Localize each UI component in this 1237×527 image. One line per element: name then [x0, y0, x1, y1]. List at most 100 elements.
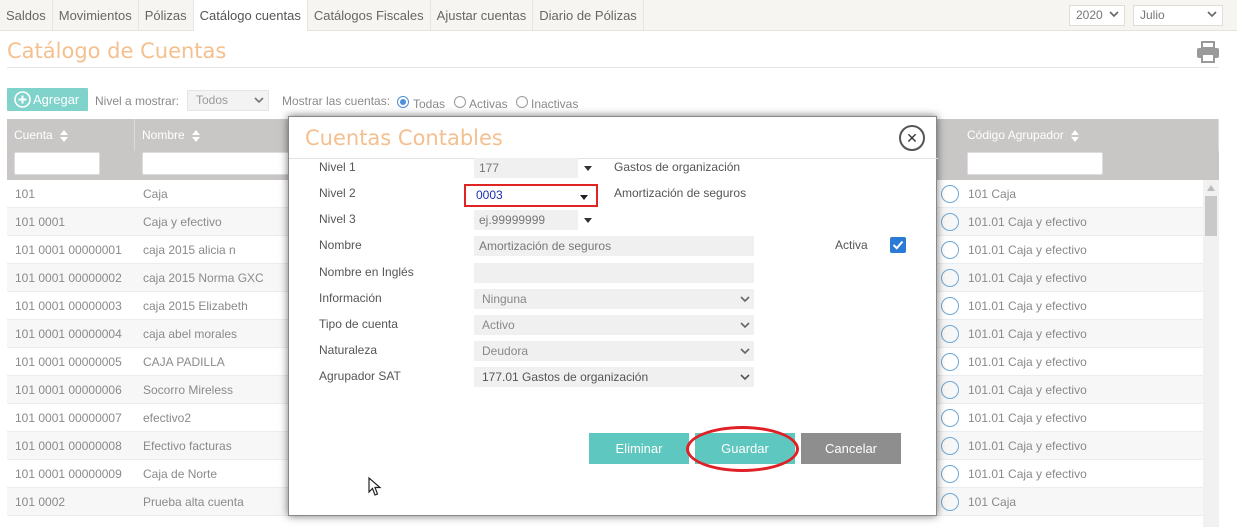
- column-label: Código Agrupador: [967, 128, 1064, 142]
- cell-nombre: caja 2015 alicia n: [143, 243, 236, 257]
- row-action-icon[interactable]: [941, 185, 959, 203]
- row-action-icon[interactable]: [941, 381, 959, 399]
- close-button[interactable]: ✕: [899, 125, 925, 151]
- naturaleza-value: Deudora: [482, 344, 529, 358]
- cell-nombre: Caja de Norte: [143, 467, 218, 481]
- tab-catalogo-cuentas[interactable]: Catálogo cuentas: [193, 0, 308, 31]
- cell-nombre: caja 2015 Elizabeth: [143, 299, 248, 313]
- row-action-icon[interactable]: [941, 465, 959, 483]
- row-action-icon[interactable]: [941, 493, 959, 511]
- sort-icon: [1071, 129, 1080, 142]
- scrollbar-thumb[interactable]: [1205, 196, 1217, 236]
- dropdown-arrow-icon: [584, 166, 592, 171]
- check-icon: [892, 240, 904, 250]
- informacion-select[interactable]: Ninguna: [474, 289, 754, 309]
- cell-codigo-agrupador: 101.01 Caja y efectivo: [968, 383, 1087, 397]
- naturaleza-label: Naturaleza: [319, 343, 378, 357]
- cell-cuenta: 101 0001 00000009: [15, 467, 122, 481]
- row-action-icon[interactable]: [941, 437, 959, 455]
- chevron-down-icon: [740, 374, 750, 381]
- cell-nombre: Efectivo facturas: [143, 439, 232, 453]
- tab-saldos[interactable]: Saldos: [0, 0, 53, 31]
- eliminar-button[interactable]: Eliminar: [589, 433, 689, 464]
- chevron-down-icon: [740, 348, 750, 355]
- filter-nombre-input[interactable]: [142, 152, 292, 175]
- naturaleza-select[interactable]: Deudora: [474, 341, 754, 361]
- column-header-codigo-agrupador[interactable]: Código Agrupador: [960, 119, 1219, 151]
- dropdown-arrow-icon: [584, 218, 592, 223]
- row-action-icon[interactable]: [941, 325, 959, 343]
- column-header-nombre[interactable]: Nombre: [135, 119, 295, 151]
- agrupador-sat-select[interactable]: 177.01 Gastos de organización: [474, 367, 754, 387]
- nivel-label: Nivel a mostrar:: [95, 94, 180, 108]
- tab-polizas[interactable]: Pólizas: [139, 0, 194, 31]
- filter-agrupador-input[interactable]: [967, 152, 1103, 175]
- sort-icon: [60, 129, 69, 142]
- chevron-down-icon: [740, 296, 750, 303]
- nivel2-select[interactable]: 0003: [464, 184, 598, 207]
- sort-icon: [192, 129, 201, 142]
- column-header-cuenta[interactable]: Cuenta: [7, 119, 135, 151]
- cell-cuenta: 101 0001 00000005: [15, 355, 122, 369]
- add-button-label: Agregar: [33, 92, 80, 107]
- chevron-down-icon: [254, 97, 264, 104]
- chevron-down-icon: [1109, 11, 1119, 18]
- nombre-ingles-label: Nombre en Inglés: [319, 265, 414, 279]
- nombre-ingles-input[interactable]: [474, 263, 754, 283]
- tab-catalogos-fiscales[interactable]: Catálogos Fiscales: [308, 0, 431, 31]
- nivel3-label: Nivel 3: [319, 212, 356, 226]
- radio-todas-label: Todas: [413, 97, 446, 111]
- agrupador-sat-value: 177.01 Gastos de organización: [482, 370, 649, 384]
- top-nav: Saldos Movimientos Pólizas Catálogo cuen…: [0, 0, 1237, 31]
- cell-codigo-agrupador: 101.01 Caja y efectivo: [968, 243, 1087, 257]
- mouse-cursor-icon: [368, 477, 382, 496]
- nivel2-label: Nivel 2: [319, 186, 356, 200]
- tab-ajustar-cuentas[interactable]: Ajustar cuentas: [431, 0, 534, 31]
- scroll-up-icon[interactable]: [1206, 184, 1216, 192]
- page-title: Catálogo de Cuentas: [7, 39, 227, 63]
- cell-codigo-agrupador: 101.01 Caja y efectivo: [968, 411, 1087, 425]
- row-action-icon[interactable]: [941, 409, 959, 427]
- cell-nombre: caja abel morales: [143, 327, 238, 341]
- cell-cuenta: 101 0002: [15, 495, 66, 509]
- cell-cuenta: 101 0001 00000007: [15, 411, 122, 425]
- nivel1-select[interactable]: 177: [474, 158, 592, 178]
- radio-activas[interactable]: [454, 96, 466, 108]
- chevron-down-icon: [1207, 11, 1217, 18]
- radio-inactivas[interactable]: [516, 96, 528, 108]
- year-select[interactable]: 2020: [1069, 5, 1125, 26]
- informacion-value: Ninguna: [482, 292, 527, 306]
- title-divider: [7, 67, 1219, 68]
- add-button[interactable]: Agregar: [7, 88, 88, 111]
- row-action-icon[interactable]: [941, 241, 959, 259]
- guardar-highlight-ring: [686, 426, 799, 472]
- cell-codigo-agrupador: 101 Caja: [968, 495, 1017, 509]
- dropdown-arrow-icon: [580, 195, 588, 200]
- nombre-label: Nombre: [319, 238, 362, 252]
- cell-codigo-agrupador: 101 Caja: [968, 187, 1017, 201]
- cell-nombre: Caja: [143, 187, 168, 201]
- row-action-icon[interactable]: [941, 353, 959, 371]
- tab-diario-polizas[interactable]: Diario de Pólizas: [533, 0, 644, 31]
- tipo-cuenta-select[interactable]: Activo: [474, 315, 754, 335]
- row-action-icon[interactable]: [941, 269, 959, 287]
- informacion-label: Información: [319, 291, 382, 305]
- column-label: Nombre: [142, 128, 185, 142]
- radio-todas[interactable]: [397, 96, 409, 108]
- printer-icon[interactable]: [1196, 41, 1220, 63]
- cell-codigo-agrupador: 101.01 Caja y efectivo: [968, 355, 1087, 369]
- row-action-icon[interactable]: [941, 213, 959, 231]
- cell-codigo-agrupador: 101.01 Caja y efectivo: [968, 299, 1087, 313]
- dialog-title: Cuentas Contables: [305, 126, 503, 150]
- cell-codigo-agrupador: 101.01 Caja y efectivo: [968, 215, 1087, 229]
- cancelar-button[interactable]: Cancelar: [801, 433, 901, 464]
- nombre-input[interactable]: Amortización de seguros: [474, 236, 754, 256]
- table-scrollbar[interactable]: [1203, 180, 1219, 527]
- nivel3-select[interactable]: ej.99999999: [474, 210, 592, 230]
- month-select[interactable]: Julio: [1133, 5, 1223, 26]
- tab-movimientos[interactable]: Movimientos: [53, 0, 139, 31]
- activa-checkbox[interactable]: [890, 237, 906, 253]
- nivel-select[interactable]: Todos: [187, 90, 269, 111]
- filter-cuenta-input[interactable]: [14, 152, 100, 175]
- row-action-icon[interactable]: [941, 297, 959, 315]
